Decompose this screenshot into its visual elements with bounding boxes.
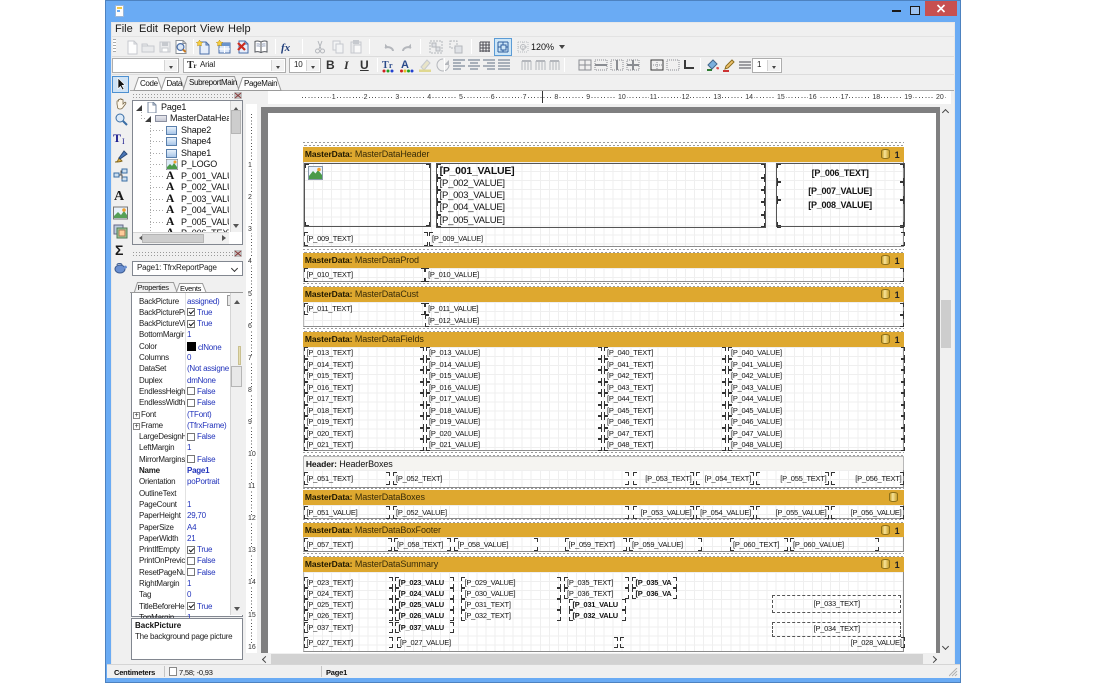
svg-text:fx: fx: [281, 42, 291, 54]
svg-text:T: T: [113, 131, 121, 145]
svg-text:I: I: [122, 137, 125, 145]
svg-text:A: A: [114, 189, 125, 202]
svg-text:T: T: [382, 60, 389, 71]
svg-text:A: A: [401, 59, 409, 71]
svg-text:Σ: Σ: [115, 242, 123, 257]
svg-text:r: r: [389, 61, 393, 70]
